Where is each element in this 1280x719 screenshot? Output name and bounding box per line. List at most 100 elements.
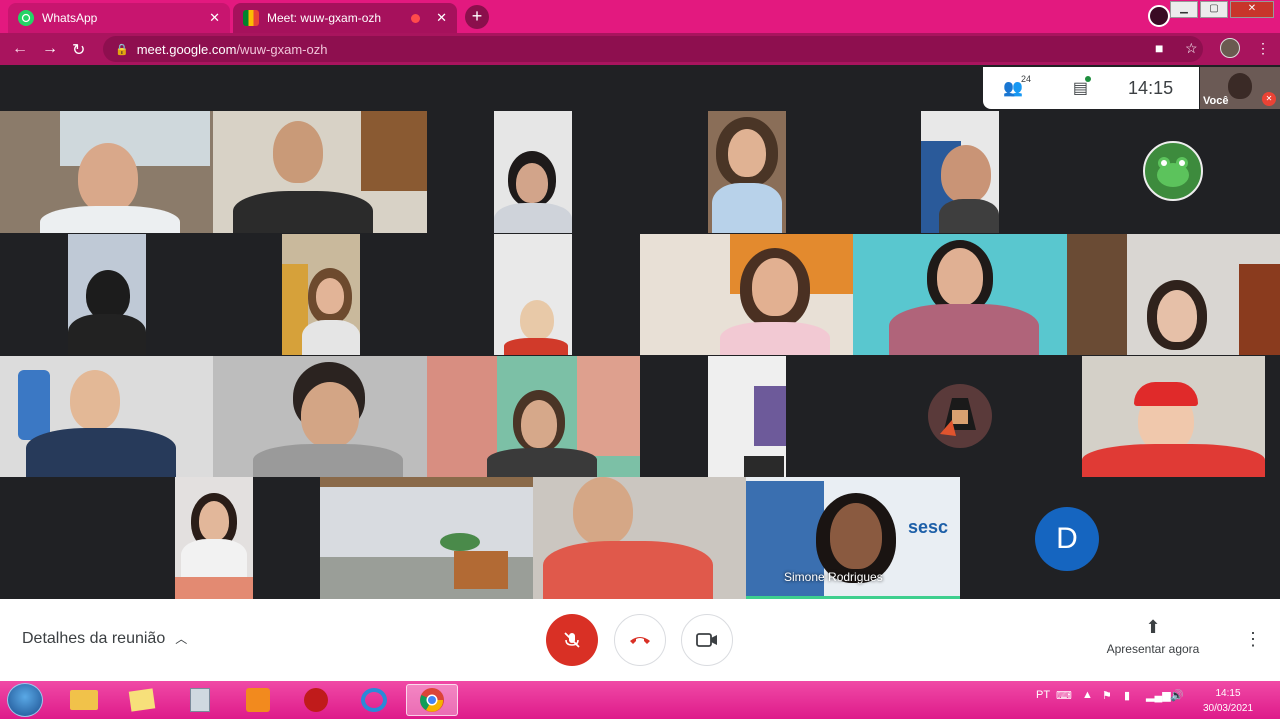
mic-toggle-button[interactable] [546, 614, 598, 666]
close-window-button[interactable]: ✕ [1230, 1, 1274, 18]
file-explorer-icon[interactable] [58, 684, 110, 716]
minimize-button[interactable]: ▁ [1170, 1, 1198, 18]
people-icon: 👥 [1003, 80, 1023, 97]
participant-tile[interactable] [494, 234, 572, 355]
participant-tile[interactable] [320, 477, 533, 599]
back-icon[interactable]: ← [12, 40, 28, 58]
camera-indicator-icon[interactable]: ■ [1155, 40, 1163, 56]
browser-toolbar: ← → ↻ 🔒 meet.google.com/wuw-gxam-ozh ■ ☆… [0, 33, 1280, 65]
participants-button[interactable]: 👥 24 [1003, 74, 1031, 98]
participant-tile[interactable] [1082, 356, 1265, 477]
more-options-icon[interactable]: ⋮ [1244, 629, 1262, 650]
volume-icon[interactable]: 🔊 [1170, 689, 1184, 702]
participant-avatar-d[interactable]: D [1035, 507, 1099, 571]
participant-tile[interactable] [708, 356, 786, 477]
camera-toggle-button[interactable] [681, 614, 733, 666]
pinned-participant-tile[interactable]: sesc Simone Rodrigues [746, 477, 960, 599]
participant-tile[interactable] [0, 356, 213, 477]
participants-count: 24 [1021, 74, 1032, 84]
maximize-button[interactable]: ▢ [1200, 1, 1228, 18]
participant-face [830, 503, 882, 569]
meet-control-bar: Detalhes da reunião ︿ ⬆ Apresentar agora … [0, 599, 1280, 681]
present-now-label: Apresentar agora [1106, 642, 1200, 656]
close-tab-icon[interactable]: ✕ [209, 10, 220, 26]
participant-tile[interactable] [282, 234, 360, 355]
participant-face [199, 501, 229, 541]
participant-tile[interactable] [175, 477, 253, 599]
whatsapp-icon [18, 10, 34, 26]
red-cap [1134, 382, 1198, 406]
avatar[interactable] [1220, 38, 1240, 58]
tab-whatsapp[interactable]: WhatsApp ✕ [8, 3, 230, 33]
participant-avatar-frog[interactable] [1143, 141, 1203, 201]
participant-tile[interactable] [427, 356, 640, 477]
participant-body [40, 206, 180, 233]
participant-face [728, 129, 766, 177]
show-hidden-icons-icon[interactable]: ▲ [1082, 689, 1093, 701]
network-signal-icon[interactable]: ▂▄▆ [1146, 689, 1171, 702]
media-player-icon[interactable] [232, 684, 284, 716]
present-now-button[interactable]: ⬆ Apresentar agora [1098, 617, 1208, 656]
reload-icon[interactable]: ↻ [72, 40, 85, 60]
participant-body [233, 191, 373, 233]
chat-button[interactable]: ▤ [1073, 76, 1092, 98]
tab-meet[interactable]: Meet: wuw-gxam-ozh ✕ [233, 3, 457, 33]
participant-body [543, 541, 713, 599]
participant-body [253, 444, 403, 477]
participant-body [504, 338, 568, 355]
participant-tile[interactable] [1067, 234, 1280, 355]
action-center-flag-icon[interactable]: ⚑ [1102, 689, 1112, 702]
calculator-icon[interactable] [174, 684, 226, 716]
wooden-box [454, 551, 508, 589]
chrome-taskbar-icon[interactable] [406, 684, 458, 716]
url-path: /wuw-gxam-ozh [236, 41, 328, 57]
language-indicator[interactable]: PT [1036, 689, 1050, 701]
leave-call-button[interactable] [614, 614, 666, 666]
participant-body [889, 304, 1039, 355]
bookmark-star-icon[interactable]: ☆ [1185, 40, 1198, 57]
participant-face [573, 477, 633, 545]
participant-tile[interactable] [533, 477, 746, 599]
sesc-logo: sesc [908, 517, 949, 537]
participant-avatar-anime[interactable] [928, 384, 992, 448]
participant-tile[interactable] [213, 111, 427, 233]
hang-up-icon [630, 637, 650, 644]
window-frame [320, 477, 533, 487]
participant-tile[interactable] [853, 234, 1067, 355]
mic-off-icon [564, 632, 580, 648]
mic-muted-icon: ✕ [1262, 92, 1276, 106]
new-tab-button[interactable]: + [465, 5, 489, 29]
keyboard-icon[interactable]: ⌨ [1056, 689, 1072, 702]
participant-tile[interactable] [0, 111, 213, 233]
flowers-right [577, 356, 640, 456]
participant-tile[interactable] [640, 234, 853, 355]
close-tab-icon[interactable]: ✕ [436, 10, 447, 26]
wardrobe-door [1067, 234, 1127, 355]
participant-tile[interactable] [494, 111, 572, 233]
game-app-icon[interactable] [290, 684, 342, 716]
battery-icon[interactable]: ▮ [1124, 689, 1130, 702]
profile-menu-icon[interactable] [1148, 5, 1170, 27]
meeting-details-button[interactable]: Detalhes da reunião ︿ [22, 630, 187, 648]
start-button[interactable] [7, 683, 43, 717]
participant-face [520, 300, 554, 340]
meeting-info-panel: 👥 24 ▤ 14:15 [983, 67, 1199, 109]
chrome-menu-icon[interactable]: ⋮ [1256, 40, 1270, 57]
windows-taskbar: PT ⌨ ▲ ⚑ ▮ ▂▄▆ 🔊 14:15 30/03/2021 [0, 681, 1280, 719]
sticky-notes-icon[interactable] [116, 684, 168, 716]
participant-tile[interactable] [213, 356, 427, 477]
self-view-tile[interactable]: Você ✕ [1200, 67, 1280, 109]
recording-dot-icon [411, 13, 421, 23]
participant-tile[interactable] [708, 111, 786, 233]
participant-face [521, 400, 557, 448]
participant-face [1157, 290, 1197, 342]
participant-tile[interactable] [921, 111, 999, 233]
lock-icon: 🔒 [115, 43, 129, 56]
system-clock[interactable]: 14:15 30/03/2021 [1196, 686, 1260, 716]
forward-icon[interactable]: → [42, 40, 58, 58]
participant-body [494, 203, 572, 233]
address-bar[interactable]: 🔒 meet.google.com/wuw-gxam-ozh [103, 36, 1203, 62]
meet-video-grid: 👥 24 ▤ 14:15 Você ✕ sesc Simone Rodrigue… [0, 65, 1280, 599]
internet-explorer-icon[interactable] [348, 684, 400, 716]
participant-tile[interactable] [68, 234, 146, 355]
